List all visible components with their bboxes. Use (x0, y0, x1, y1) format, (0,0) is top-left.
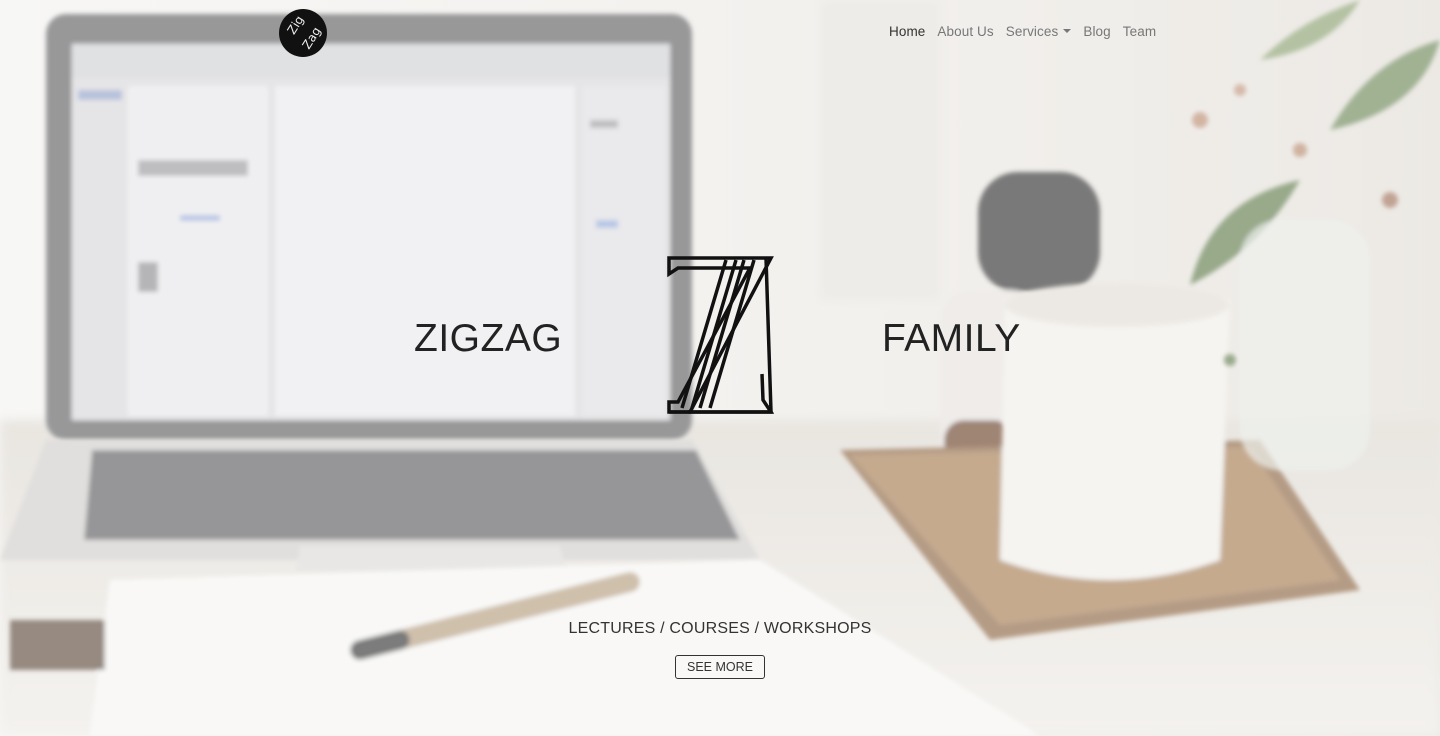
caret-down-icon (1063, 29, 1072, 33)
nav-services-label: Services (1005, 24, 1059, 39)
nav-services[interactable]: Services (1006, 24, 1072, 39)
nav-blog[interactable]: Blog (1083, 24, 1110, 39)
nav-about-us[interactable]: About Us (937, 24, 993, 39)
hero-section: Zig Zag Home About Us Services Blog Team… (0, 0, 1440, 736)
z-letter-icon (667, 256, 774, 414)
logo-text-bottom: Zag (299, 24, 324, 52)
nav-team[interactable]: Team (1123, 24, 1156, 39)
hero-tagline: LECTURES / COURSES / WORKSHOPS (568, 620, 872, 637)
see-more-button[interactable]: SEE MORE (675, 655, 765, 679)
main-nav: Home About Us Services Blog Team (889, 24, 1156, 39)
nav-home[interactable]: Home (889, 24, 925, 39)
logo-text-top: Zig (284, 13, 307, 37)
site-logo[interactable]: Zig Zag (279, 9, 327, 57)
hero-title-right: FAMILY (882, 317, 1021, 360)
hero-title-left: ZIGZAG (414, 317, 563, 360)
